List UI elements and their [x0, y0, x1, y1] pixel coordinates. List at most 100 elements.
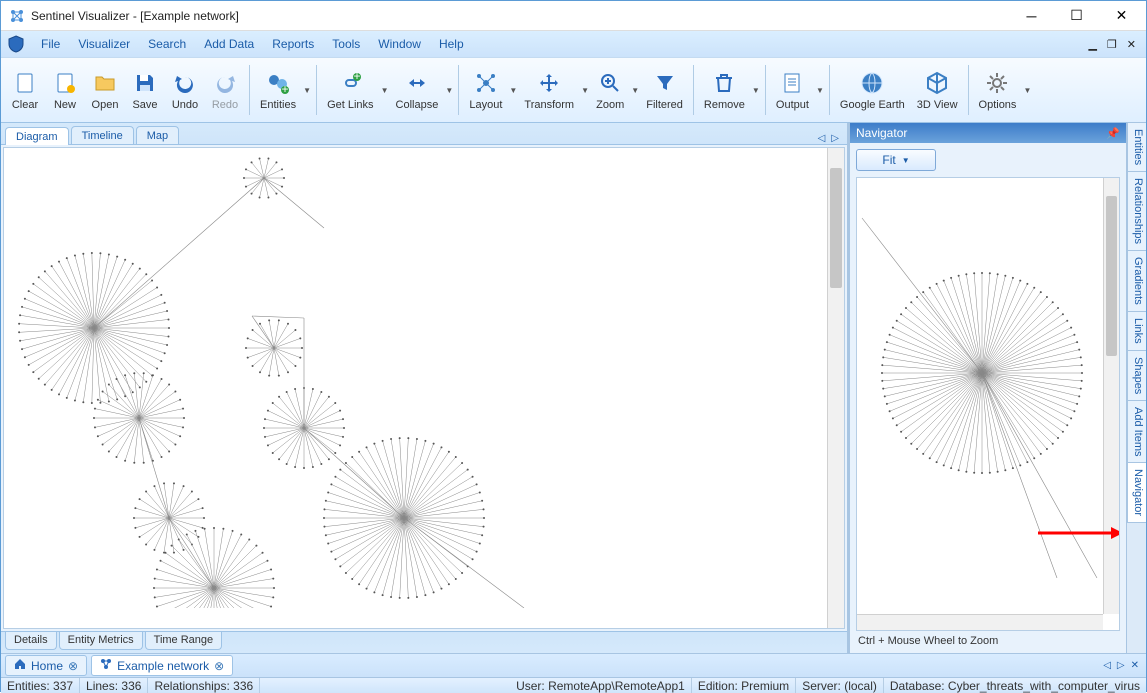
navigator-hint: Ctrl + Mouse Wheel to Zoom — [856, 631, 1120, 647]
dropdown-icon[interactable]: ▼ — [580, 60, 590, 120]
vertical-scrollbar[interactable] — [827, 148, 844, 628]
tab-next-icon[interactable]: ▷ — [829, 133, 841, 144]
mdi-close-icon[interactable]: ✕ — [1123, 36, 1140, 53]
doctab-example-network[interactable]: Example network ⊗ — [91, 655, 233, 676]
chevron-down-icon: ▼ — [902, 156, 910, 165]
toolbar-3dview-button[interactable]: 3D View — [911, 60, 964, 120]
main-panel: Diagram Timeline Map ◁ ▷ Details Entity … — [1, 123, 849, 653]
side-tab-relationships[interactable]: Relationships — [1127, 171, 1146, 251]
toolbar-layout-button[interactable]: Layout — [463, 60, 508, 120]
toolbar-save-button[interactable]: Save — [125, 60, 165, 120]
tab-timeline[interactable]: Timeline — [71, 126, 134, 144]
menu-window[interactable]: Window — [370, 34, 429, 54]
svg-text:+: + — [282, 82, 289, 96]
tabstrip-top: Diagram Timeline Map ◁ ▷ — [1, 123, 847, 145]
network-graph — [4, 148, 814, 608]
dropdown-icon[interactable]: ▼ — [380, 60, 390, 120]
document-icon — [778, 69, 806, 97]
tab-diagram[interactable]: Diagram — [5, 127, 69, 145]
trash-icon — [710, 69, 738, 97]
dropdown-icon[interactable]: ▼ — [815, 60, 825, 120]
menu-tools[interactable]: Tools — [324, 34, 368, 54]
toolbar-clear-button[interactable]: Clear — [5, 60, 45, 120]
toolbar-transform-button[interactable]: Transform — [518, 60, 580, 120]
side-tab-navigator[interactable]: Navigator — [1127, 462, 1146, 523]
network-icon — [100, 658, 112, 673]
menu-search[interactable]: Search — [140, 34, 194, 54]
toolbar-open-button[interactable]: Open — [85, 60, 125, 120]
navigator-graph — [857, 178, 1103, 578]
document-tabs: Home ⊗ Example network ⊗ ◁ ▷ ✕ — [1, 653, 1146, 677]
doctab-home[interactable]: Home ⊗ — [5, 655, 87, 676]
layout-icon — [472, 69, 500, 97]
side-tab-entities[interactable]: Entities — [1127, 122, 1146, 172]
dropdown-icon[interactable]: ▼ — [1022, 60, 1032, 120]
tab-entity-metrics[interactable]: Entity Metrics — [59, 632, 143, 650]
toolbar: Clear New Open Save Undo Redo +Entities … — [1, 57, 1146, 123]
side-tab-gradients[interactable]: Gradients — [1127, 250, 1146, 312]
menu-help[interactable]: Help — [431, 34, 472, 54]
status-edition: Edition: Premium — [692, 678, 796, 693]
doctab-prev-icon[interactable]: ◁ — [1100, 660, 1114, 671]
zoom-icon — [596, 69, 624, 97]
toolbar-googleearth-button[interactable]: Google Earth — [834, 60, 911, 120]
navigator-title: Navigator — [856, 126, 907, 140]
tab-prev-icon[interactable]: ◁ — [816, 133, 828, 144]
navigator-vscroll[interactable] — [1103, 178, 1119, 614]
app-menu-icon — [7, 35, 25, 53]
dropdown-icon[interactable]: ▼ — [444, 60, 454, 120]
close-button[interactable]: ✕ — [1099, 1, 1144, 30]
toolbar-getlinks-button[interactable]: +Get Links — [321, 60, 379, 120]
dropdown-icon[interactable]: ▼ — [630, 60, 640, 120]
doctab-next-icon[interactable]: ▷ — [1114, 660, 1128, 671]
side-tab-add-items[interactable]: Add Items — [1127, 400, 1146, 464]
dropdown-icon[interactable]: ▼ — [508, 60, 518, 120]
page-new-icon — [51, 69, 79, 97]
close-tab-icon[interactable]: ⊗ — [214, 659, 224, 673]
menu-visualizer[interactable]: Visualizer — [70, 34, 138, 54]
toolbar-remove-button[interactable]: Remove — [698, 60, 751, 120]
doctab-close-icon[interactable]: ✕ — [1128, 660, 1142, 671]
toolbar-filtered-button[interactable]: Filtered — [640, 60, 689, 120]
dropdown-icon[interactable]: ▼ — [751, 60, 761, 120]
toolbar-options-button[interactable]: Options — [973, 60, 1023, 120]
navigator-panel: Navigator 📌 Fit ▼ Ctrl + Mouse W — [849, 123, 1126, 653]
toolbar-undo-button[interactable]: Undo — [165, 60, 205, 120]
tab-details[interactable]: Details — [5, 632, 57, 650]
minimize-button[interactable]: ─ — [1009, 1, 1054, 30]
diagram-canvas[interactable] — [4, 148, 827, 628]
close-tab-icon[interactable]: ⊗ — [68, 659, 78, 673]
tab-time-range[interactable]: Time Range — [145, 632, 223, 650]
status-entities: Entities: 337 — [1, 678, 80, 693]
toolbar-collapse-button[interactable]: Collapse — [390, 60, 445, 120]
tab-map[interactable]: Map — [136, 126, 179, 144]
side-tab-links[interactable]: Links — [1127, 311, 1146, 351]
toolbar-entities-button[interactable]: +Entities — [254, 60, 302, 120]
filter-icon — [651, 69, 679, 97]
toolbar-redo-button[interactable]: Redo — [205, 60, 245, 120]
app-icon — [9, 8, 25, 24]
navigator-canvas[interactable] — [856, 177, 1120, 631]
dropdown-icon[interactable]: ▼ — [302, 60, 312, 120]
toolbar-new-button[interactable]: New — [45, 60, 85, 120]
redo-icon — [211, 69, 239, 97]
navigator-header: Navigator 📌 — [850, 123, 1126, 143]
gear-icon — [983, 69, 1011, 97]
navigator-hscroll[interactable] — [857, 614, 1103, 630]
window-titlebar: Sentinel Visualizer - [Example network] … — [1, 1, 1146, 31]
fit-button[interactable]: Fit ▼ — [856, 149, 936, 171]
workspace: Diagram Timeline Map ◁ ▷ Details Entity … — [1, 123, 1146, 653]
menu-add-data[interactable]: Add Data — [196, 34, 262, 54]
mdi-restore-icon[interactable]: ❐ — [1103, 36, 1121, 53]
side-tab-shapes[interactable]: Shapes — [1127, 350, 1146, 401]
menu-reports[interactable]: Reports — [264, 34, 322, 54]
statusbar: Entities: 337 Lines: 336 Relationships: … — [1, 677, 1146, 693]
toolbar-output-button[interactable]: Output — [770, 60, 815, 120]
menu-file[interactable]: File — [33, 34, 68, 54]
status-user: User: RemoteApp\RemoteApp1 — [510, 678, 692, 693]
pin-icon[interactable]: 📌 — [1106, 127, 1120, 140]
mdi-minimize-icon[interactable]: ▁ — [1084, 36, 1100, 53]
maximize-button[interactable]: ☐ — [1054, 1, 1099, 30]
toolbar-zoom-button[interactable]: Zoom — [590, 60, 630, 120]
entities-icon: + — [264, 69, 292, 97]
